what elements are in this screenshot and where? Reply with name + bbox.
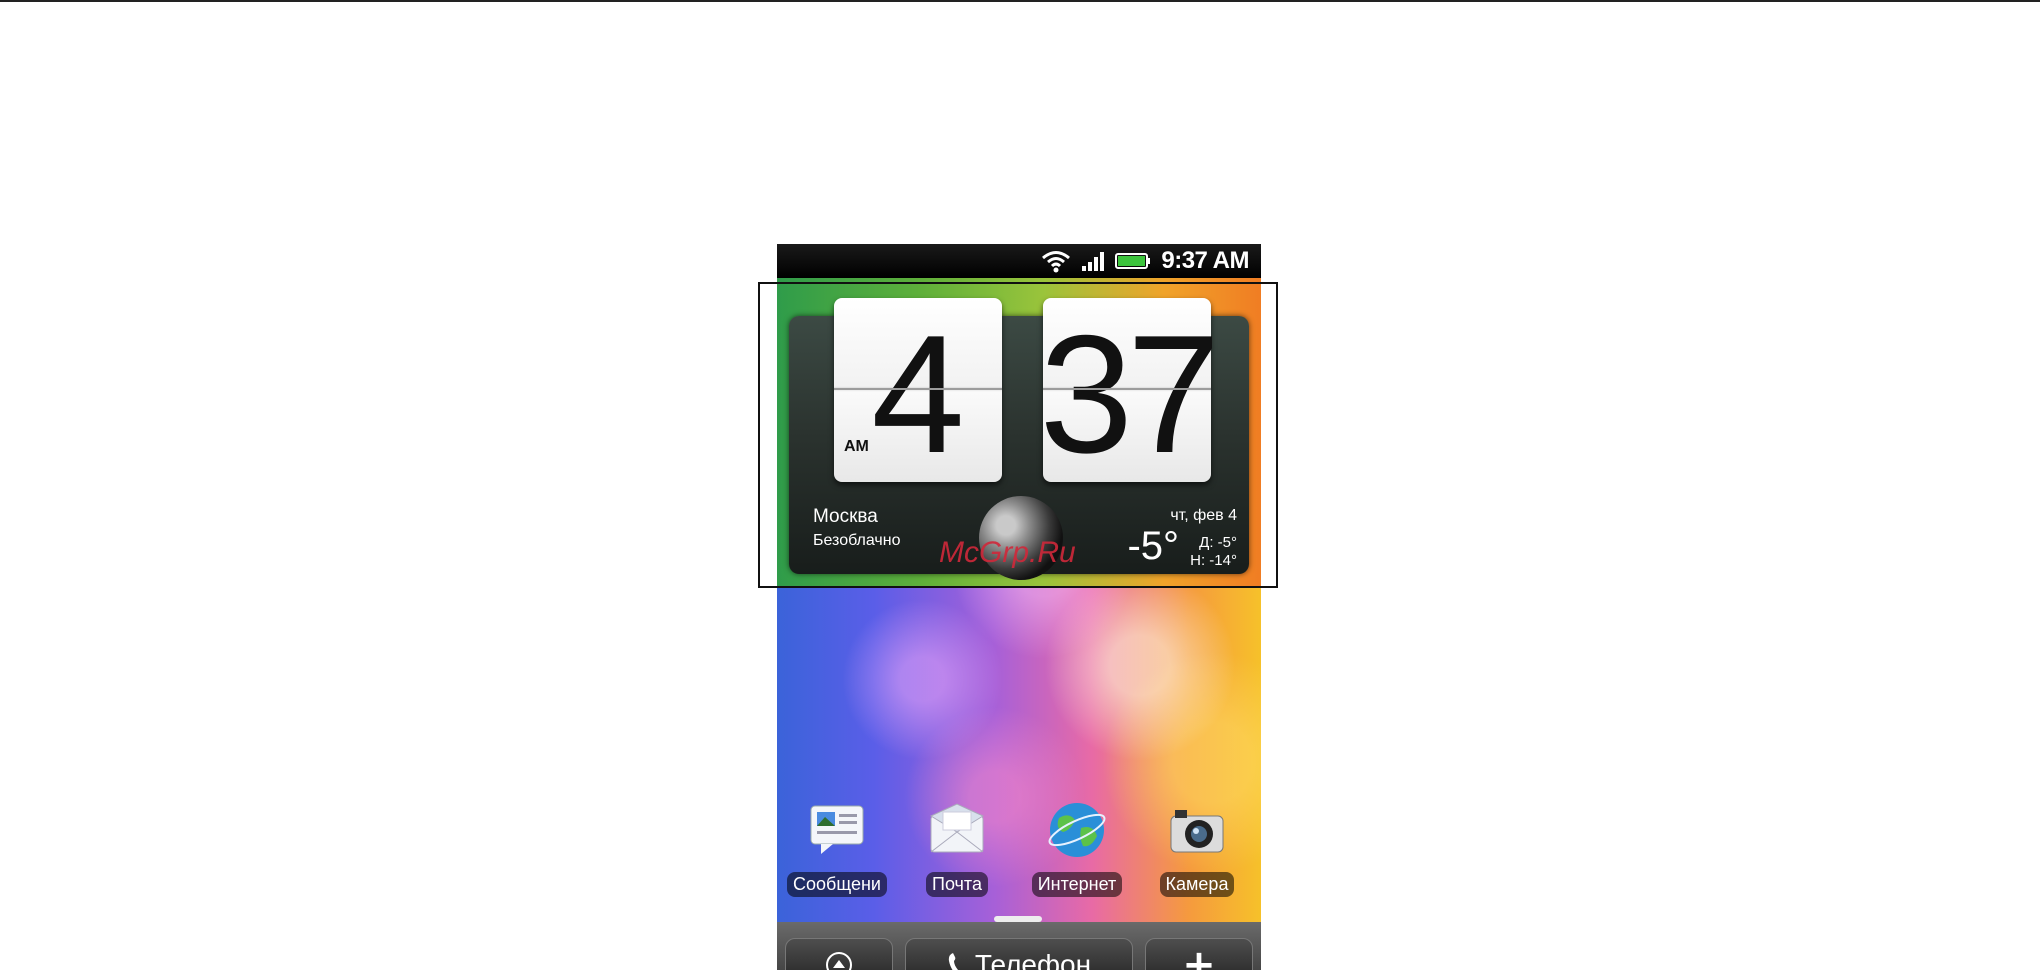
app-shortcuts: Сообщени Почта Интернет Камера [777, 798, 1261, 908]
status-bar: 9:37 AM [777, 244, 1261, 278]
dock-bar: Телефон + [777, 916, 1261, 970]
app-label-internet: Интернет [1031, 872, 1123, 897]
widget-highlight-frame [758, 282, 1278, 588]
phone-label: Телефон [974, 949, 1092, 970]
add-button[interactable]: + [1145, 938, 1253, 970]
globe-icon [1048, 803, 1106, 857]
camera-icon [1170, 810, 1224, 853]
app-label-camera: Камера [1159, 872, 1235, 897]
messages-icon [810, 805, 864, 854]
dock-handle[interactable] [994, 916, 1042, 922]
mail-icon [929, 803, 985, 853]
app-label-messages: Сообщени [787, 872, 887, 897]
battery-icon [1115, 251, 1151, 271]
wifi-icon [1041, 249, 1071, 273]
app-internet[interactable]: Интернет [1017, 798, 1137, 901]
signal-icon [1081, 250, 1105, 272]
top-rule [0, 0, 2040, 2]
status-time: 9:37 AM [1161, 247, 1249, 274]
all-apps-button[interactable] [785, 938, 893, 970]
add-label: + [1182, 942, 1216, 970]
all-apps-icon [826, 952, 852, 970]
phone-icon [948, 953, 962, 970]
app-mail[interactable]: Почта [897, 798, 1017, 901]
phone-button[interactable]: Телефон [905, 938, 1133, 970]
app-messages[interactable]: Сообщени [777, 798, 897, 901]
app-camera[interactable]: Камера [1137, 798, 1257, 901]
app-label-mail: Почта [926, 872, 988, 897]
